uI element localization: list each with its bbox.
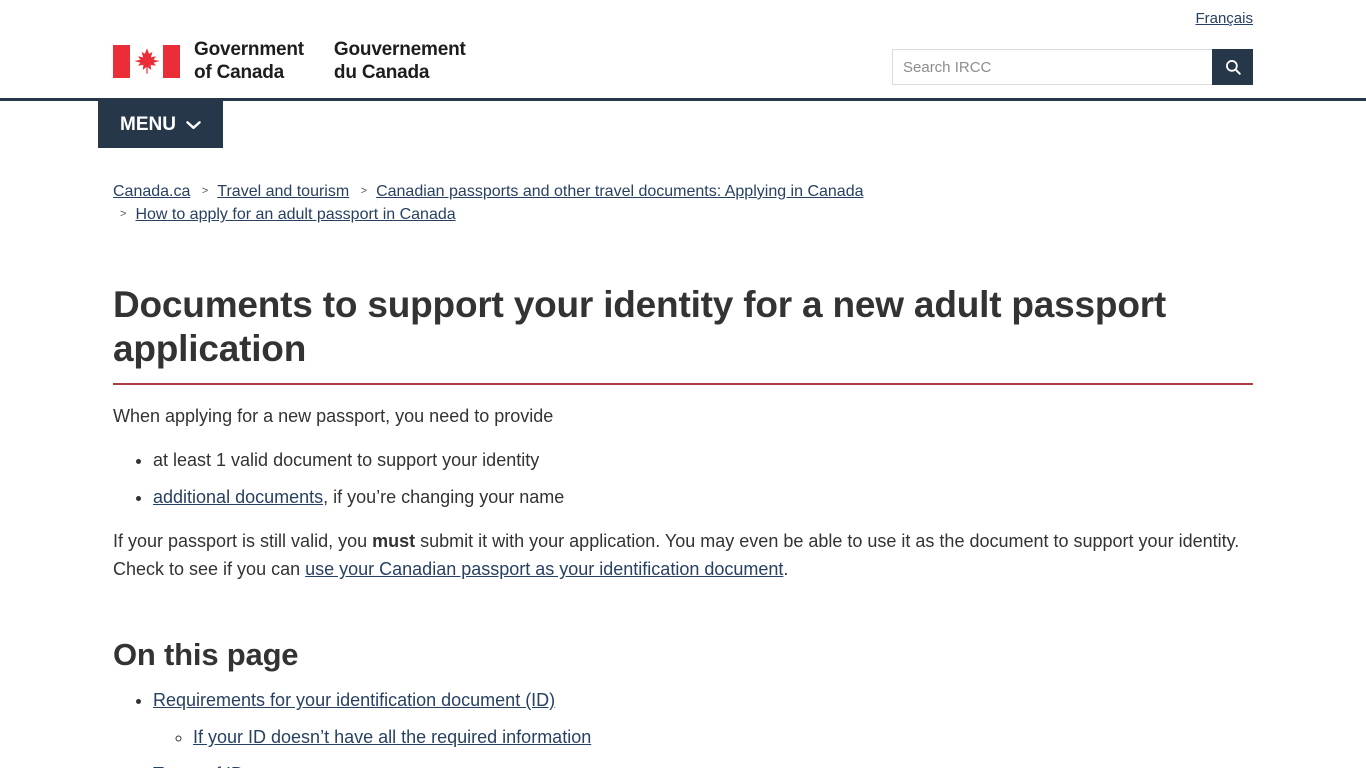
chevron-down-icon [186,120,201,129]
on-this-page-sublist: If your ID doesn’t have all the required… [153,724,1253,752]
main-content: Documents to support your identity for a… [0,283,1366,768]
site-header: Français Government of Canada Gouverneme… [0,0,1366,101]
main-menu-bar: MENU [0,101,1366,148]
breadcrumb-item: Travel and tourism [195,183,349,200]
menu-button[interactable]: MENU [98,101,223,148]
requirement-text: at least 1 valid document to support you… [153,449,540,470]
language-toggle-link[interactable]: Français [1195,10,1253,27]
on-this-page-list: Requirements for your identification doc… [113,687,1253,768]
valid-passport-paragraph: If your passport is still valid, you mus… [113,528,1253,584]
canada-flag-icon [113,44,180,78]
government-of-canada-brand[interactable]: Government of Canada Gouvernement du Can… [113,38,466,84]
list-item: Requirements for your identification doc… [153,687,1253,752]
intro-paragraph: When applying for a new passport, you ne… [113,405,554,426]
breadcrumb-item: How to apply for an adult passport in Ca… [113,206,455,223]
use-canadian-passport-link[interactable]: use your Canadian passport as your ident… [305,559,783,579]
breadcrumb-link-canada-ca[interactable]: Canada.ca [113,183,190,200]
list-item: at least 1 valid document to support you… [153,447,1253,475]
toc-link-requirements[interactable]: Requirements for your identification doc… [153,690,555,710]
list-item: If your ID doesn’t have all the required… [193,724,1253,752]
toc-link-missing-information[interactable]: If your ID doesn’t have all the required… [193,727,591,747]
page-title: Documents to support your identity for a… [113,283,1253,385]
breadcrumb-link-canadian-passports[interactable]: Canadian passports and other travel docu… [376,183,863,200]
list-item: Types of ID you can use [153,761,1253,768]
intro-requirements-list: at least 1 valid document to support you… [113,447,1253,513]
on-this-page-heading: On this page [113,637,299,673]
breadcrumb-item: Canada.ca [113,183,190,200]
wordmark: Government of Canada Gouvernement du Can… [194,38,466,84]
breadcrumb-link-how-to-apply[interactable]: How to apply for an adult passport in Ca… [135,206,455,223]
list-item: additional documents, if you’re changing… [153,484,1253,512]
menu-button-label: MENU [120,113,176,135]
wordmark-french: Gouvernement du Canada [333,39,466,84]
search-input[interactable] [892,49,1212,85]
search-button[interactable] [1212,49,1253,85]
language-bar: Français [1195,10,1253,28]
breadcrumb-item: Canadian passports and other travel docu… [354,183,863,200]
search-icon [1225,60,1241,75]
paragraph-period: . [783,559,789,580]
emphasis-must: must [372,531,416,552]
breadcrumb: Canada.ca Travel and tourism Canadian pa… [0,148,1000,226]
requirement-text-suffix: , if you’re changing your name [323,487,565,508]
wordmark-english: Government of Canada [194,39,304,84]
toc-link-types-of-id[interactable]: Types of ID you can use [153,764,346,768]
additional-documents-link[interactable]: additional documents [153,487,323,507]
breadcrumb-link-travel-and-tourism[interactable]: Travel and tourism [217,183,349,200]
paragraph-text-before: If your passport is still valid, you [113,531,373,552]
site-search [892,49,1253,85]
